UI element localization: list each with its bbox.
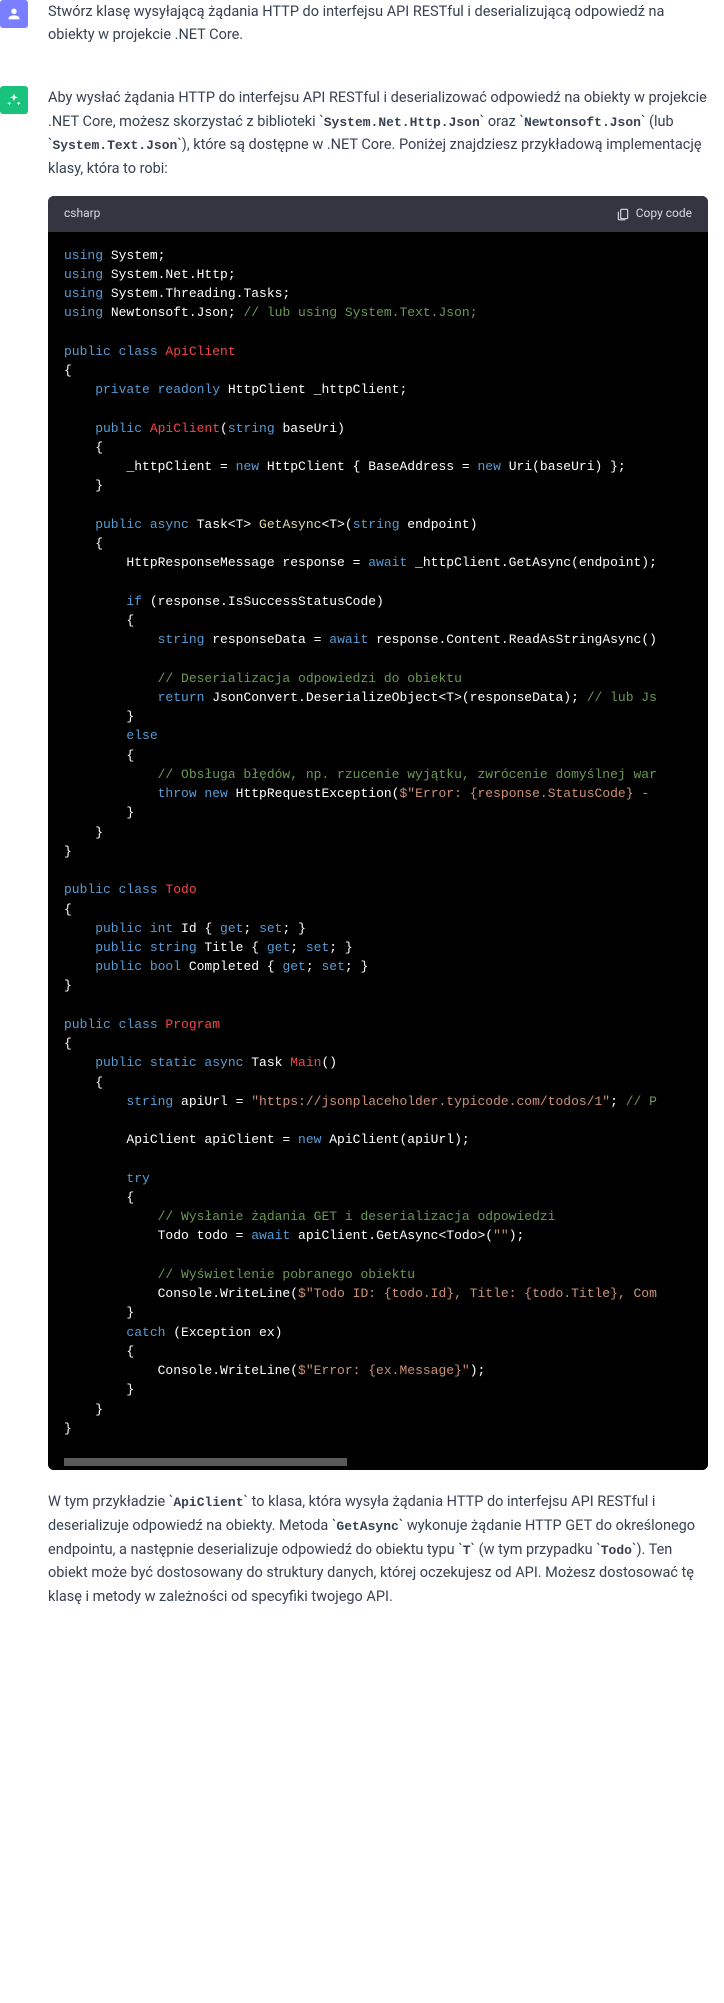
inline-code: Newtonsoft.Json [524,115,641,130]
inline-code: GetAsync [336,1519,398,1534]
sparkle-icon [6,92,22,108]
assistant-message: Aby wysłać żądania HTTP do interfejsu AP… [0,86,724,1647]
user-text: Stwórz klasę wysyłającą żądania HTTP do … [48,0,708,46]
user-message: Stwórz klasę wysyłającą żądania HTTP do … [0,0,724,86]
inline-code: Todo [601,1543,632,1558]
assistant-avatar [0,86,28,114]
intro-text-2: oraz [484,113,519,130]
person-icon [6,6,22,22]
code-block: csharp Copy code using System; using Sys… [48,196,708,1470]
inline-code: ApiClient [173,1495,243,1510]
scrollbar-thumb[interactable] [64,1458,347,1466]
copy-code-label: Copy code [636,204,692,223]
inline-code: T [463,1543,471,1558]
inline-code: System.Net.Http.Json [324,115,480,130]
copy-code-button[interactable]: Copy code [616,204,692,223]
inline-code: System.Text.Json [52,138,177,153]
outro-text-4: (w tym przypadku [475,1541,596,1558]
intro-paragraph: Aby wysłać żądania HTTP do interfejsu AP… [48,86,708,180]
intro-text-3: (lub [645,113,673,130]
outro-text-1: W tym przykładzie [48,1493,169,1510]
horizontal-scrollbar[interactable] [48,1456,708,1470]
outro-paragraph: W tym przykładzie `ApiClient` to klasa, … [48,1490,708,1608]
user-content: Stwórz klasę wysyłającą żądania HTTP do … [48,0,708,62]
clipboard-icon [616,207,630,221]
assistant-content: Aby wysłać żądania HTTP do interfejsu AP… [48,86,708,1623]
code-language-label: csharp [64,204,100,223]
user-avatar [0,0,28,28]
code-header: csharp Copy code [48,196,708,231]
code-content[interactable]: using System; using System.Net.Http; usi… [48,232,708,1457]
